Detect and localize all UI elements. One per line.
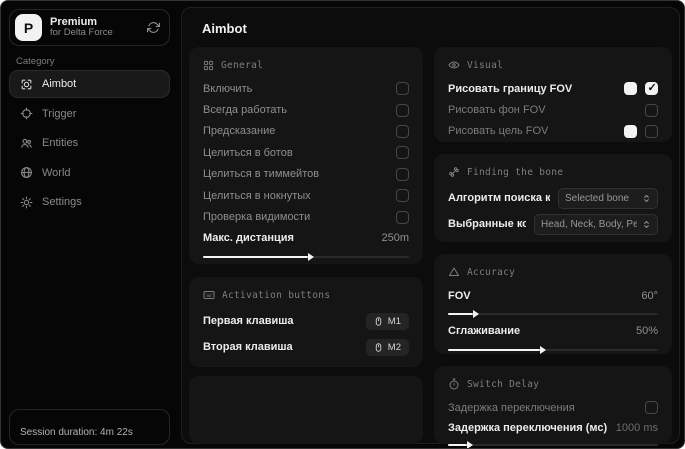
toggle-label: Включить	[203, 82, 253, 95]
bone-algorithm-select[interactable]: Selected bone	[558, 187, 658, 209]
sidebar-item-label: Aimbot	[42, 78, 77, 90]
slider-value: 1000 ms	[615, 421, 658, 434]
sidebar-item-trigger[interactable]: Trigger	[9, 100, 170, 128]
dropdown-value: Head, Neck, Body, Pe..	[541, 218, 637, 230]
toggle-label: Целиться в тиммейтов	[203, 168, 320, 181]
empty-panel	[189, 376, 423, 444]
accuracy-section: Accuracy FOV 60° Сглаживание 50%	[434, 254, 672, 354]
selected-bones-select[interactable]: Head, Neck, Body, Pe..	[534, 213, 658, 235]
keyboard-icon	[203, 289, 215, 301]
checkbox-enable[interactable]	[396, 82, 409, 96]
checkbox-fov-target[interactable]	[645, 124, 658, 138]
gear-icon	[20, 196, 33, 209]
checkbox-visibility-check[interactable]	[396, 210, 409, 224]
slider-value: 50%	[635, 325, 658, 338]
checkbox-target-bots[interactable]	[396, 146, 409, 160]
color-swatch[interactable]	[624, 82, 637, 96]
keybind-label: Первая клавиша	[203, 315, 294, 327]
toggle-label: Проверка видимости	[203, 211, 311, 224]
section-title: Activation buttons	[222, 289, 331, 301]
keybind-value: M1	[387, 315, 401, 327]
section-title: General	[221, 59, 264, 71]
app-window: P Premium for Delta Force Category Aimbo…	[0, 0, 685, 449]
checkbox-target-teammates[interactable]	[396, 167, 409, 181]
bone-icon	[448, 166, 460, 178]
sidebar-item-entities[interactable]: Entities	[9, 129, 170, 157]
toggle-label: Задержка переключения	[448, 401, 575, 414]
page-title: Aimbot	[202, 21, 247, 36]
session-box: Session duration: 4m 22s	[9, 409, 170, 445]
trigger-crosshair-icon	[20, 107, 33, 120]
license-header: P Premium for Delta Force	[9, 9, 170, 46]
toggle-label: Рисовать фон FOV	[448, 104, 546, 117]
fov-slider[interactable]	[448, 313, 658, 316]
chevron-updown-icon	[642, 220, 651, 229]
toggle-label: Предсказание	[203, 125, 276, 138]
sidebar-item-label: Settings	[42, 196, 82, 208]
slider-value: 60°	[641, 289, 658, 302]
users-icon	[20, 137, 33, 150]
checkbox-switch-delay[interactable]	[645, 401, 658, 415]
keybind-value: M2	[387, 341, 401, 353]
sidebar-item-world[interactable]: World	[9, 159, 170, 187]
mouse-icon	[374, 316, 383, 327]
dropdown-label: Выбранные кос	[448, 218, 526, 230]
aimbot-crosshair-icon	[20, 78, 33, 91]
checkbox-prediction[interactable]	[396, 124, 409, 138]
chevron-updown-icon	[642, 194, 651, 203]
toggle-label: Рисовать цель FOV	[448, 125, 549, 138]
grid-icon	[203, 60, 214, 71]
keybind-button-primary[interactable]: M1	[365, 312, 409, 330]
main-panel: Aimbot General Включить Всегда работать …	[181, 7, 680, 447]
stopwatch-icon	[448, 378, 460, 390]
session-duration: Session duration: 4m 22s	[20, 427, 133, 438]
category-label: Category	[16, 56, 55, 67]
section-title: Finding the bone	[467, 166, 564, 178]
dropdown-label: Алгоритм поиска кост	[448, 192, 550, 204]
app-logo: P	[15, 14, 42, 41]
sidebar-item-label: World	[42, 166, 71, 179]
checkbox-target-knocked[interactable]	[396, 189, 409, 203]
checkbox-fov-border[interactable]	[645, 81, 658, 96]
switch-delay-slider[interactable]	[448, 444, 658, 447]
toggle-label: Рисовать границу FOV	[448, 82, 573, 95]
switch-delay-section: Switch Delay Задержка переключения Задер…	[434, 366, 672, 447]
activation-section: Activation buttons Первая клавиша M1 Вто…	[189, 277, 423, 367]
slider-label: Задержка переключения (мс)	[448, 421, 608, 434]
bone-section: Finding the bone Алгоритм поиска кост Se…	[434, 154, 672, 242]
sidebar-item-aimbot[interactable]: Aimbot	[9, 70, 170, 98]
keybind-label: Вторая клавиша	[203, 341, 293, 353]
mouse-icon	[374, 342, 383, 353]
refresh-icon[interactable]	[147, 21, 160, 34]
sidebar-item-label: Trigger	[42, 107, 77, 120]
sidebar-item-settings[interactable]: Settings	[9, 188, 170, 216]
toggle-label: Целиться в нокнутых	[203, 189, 311, 202]
app-subtitle: for Delta Force	[50, 27, 113, 39]
checkbox-always-work[interactable]	[396, 103, 409, 117]
section-title: Switch Delay	[467, 378, 540, 390]
max-distance-slider[interactable]	[203, 256, 409, 259]
dropdown-value: Selected bone	[565, 192, 629, 204]
keybind-button-secondary[interactable]: M2	[365, 338, 409, 356]
checkbox-fov-background[interactable]	[645, 103, 658, 117]
eye-icon	[448, 59, 460, 71]
toggle-label: Целиться в ботов	[203, 146, 293, 159]
section-title: Accuracy	[467, 266, 516, 278]
section-title: Visual	[467, 59, 504, 71]
visual-section: Visual Рисовать границу FOV Рисовать фон…	[434, 47, 672, 142]
sidebar: P Premium for Delta Force Category Aimbo…	[1, 1, 177, 448]
sidebar-item-label: Entities	[42, 137, 79, 149]
slider-label: FOV	[448, 289, 471, 302]
slider-label: Сглаживание	[448, 325, 521, 338]
slider-label: Макс. дистанция	[203, 232, 294, 245]
triangle-icon	[448, 266, 460, 278]
sidebar-menu: Aimbot Trigger Entities World Settings	[9, 70, 170, 216]
general-section: General Включить Всегда работать Предска…	[189, 47, 423, 264]
globe-icon	[20, 166, 33, 179]
toggle-label: Всегда работать	[203, 104, 288, 117]
color-swatch[interactable]	[624, 124, 637, 138]
smoothing-slider[interactable]	[448, 348, 658, 351]
slider-value: 250m	[381, 232, 409, 245]
